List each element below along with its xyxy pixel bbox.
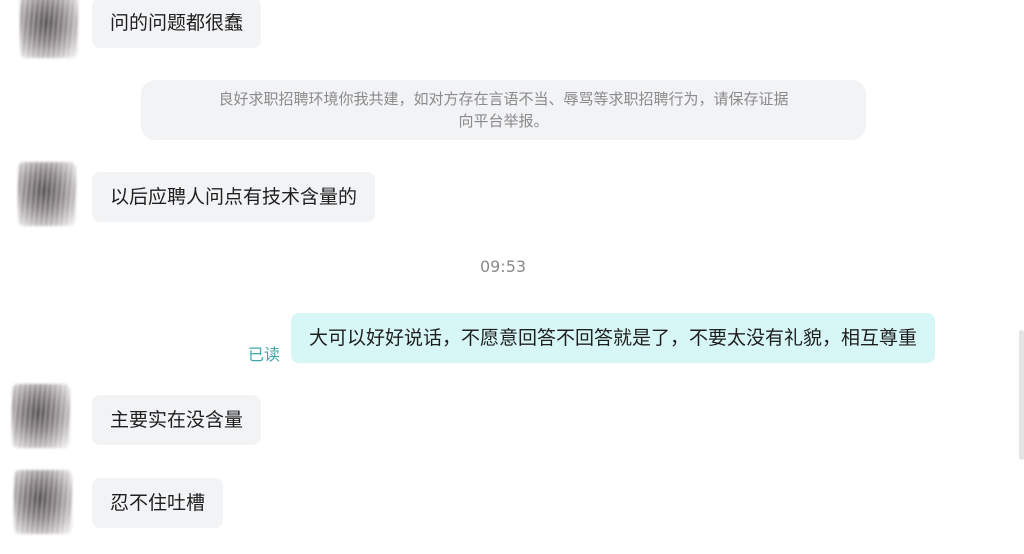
notice-line-2: 向平台举报。 <box>458 112 549 130</box>
contact-avatar[interactable] <box>14 470 72 534</box>
incoming-message: 主要实在没含量 <box>92 395 262 445</box>
outgoing-message: 大可以好好说话，不愿意回答不回答就是了，不要太没有礼貌，相互尊重 <box>291 313 936 363</box>
message-text: 主要实在没含量 <box>110 409 244 431</box>
incoming-message: 忍不住吐槽 <box>92 478 224 528</box>
message-text: 问的问题都很蠢 <box>110 12 244 34</box>
notice-line-1: 良好求职招聘环境你我共建，如对方存在言语不当、辱骂等求职招聘行为，请保存证据 <box>218 90 789 108</box>
chat-window: 问的问题都很蠢 良好求职招聘环境你我共建，如对方存在言语不当、辱骂等求职招聘行为… <box>0 0 1024 554</box>
scrollbar[interactable] <box>1019 330 1024 460</box>
incoming-message: 问的问题都很蠢 <box>92 0 262 48</box>
contact-avatar[interactable] <box>18 162 76 226</box>
read-receipt: 已读 <box>248 345 281 364</box>
message-text: 忍不住吐槽 <box>110 492 206 514</box>
contact-avatar[interactable] <box>20 0 78 58</box>
message-text: 大可以好好说话，不愿意回答不回答就是了，不要太没有礼貌，相互尊重 <box>309 327 918 349</box>
system-notice: 良好求职招聘环境你我共建，如对方存在言语不当、辱骂等求职招聘行为，请保存证据 向… <box>141 80 866 140</box>
contact-avatar[interactable] <box>12 384 70 448</box>
timestamp: 09:53 <box>479 257 527 276</box>
message-text: 以后应聘人问点有技术含量的 <box>110 186 358 208</box>
incoming-message: 以后应聘人问点有技术含量的 <box>92 172 376 222</box>
